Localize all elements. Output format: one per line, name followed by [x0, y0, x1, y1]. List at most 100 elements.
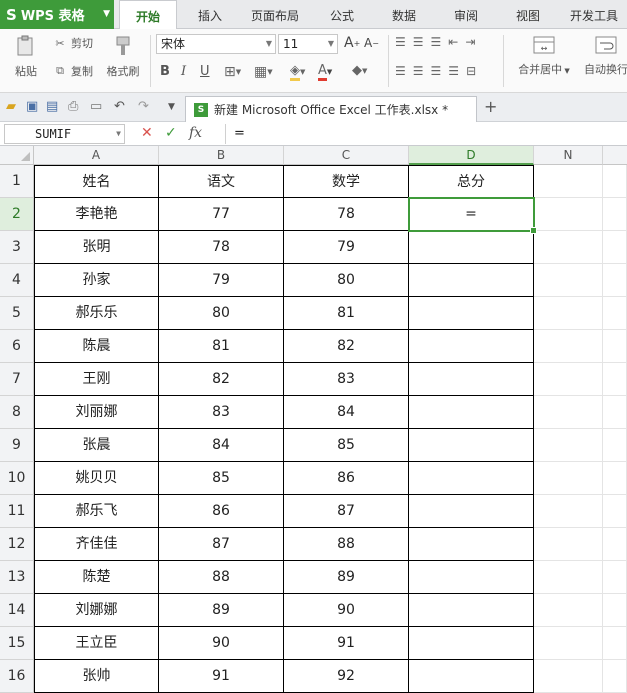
table-cell-math[interactable]: 79	[284, 231, 409, 264]
table-cell-math[interactable]: 81	[284, 297, 409, 330]
table-cell-chinese[interactable]: 77	[159, 198, 284, 231]
empty-cell[interactable]	[603, 561, 627, 594]
row-header[interactable]: 7	[0, 363, 34, 396]
table-cell-math[interactable]: 82	[284, 330, 409, 363]
table-cell-total[interactable]	[409, 330, 534, 363]
empty-cell[interactable]	[534, 330, 603, 363]
table-cell-total[interactable]	[409, 396, 534, 429]
empty-cell[interactable]	[534, 462, 603, 495]
table-cell-total[interactable]	[409, 363, 534, 396]
empty-cell[interactable]	[603, 363, 627, 396]
empty-cell[interactable]	[603, 528, 627, 561]
empty-cell[interactable]	[534, 429, 603, 462]
row-header[interactable]: 4	[0, 264, 34, 297]
table-cell-chinese[interactable]: 90	[159, 627, 284, 660]
table-cell-total[interactable]	[409, 561, 534, 594]
table-cell-total[interactable]	[409, 495, 534, 528]
header-cell[interactable]: 总分	[409, 165, 534, 198]
row-header[interactable]: 1	[0, 165, 34, 198]
table-cell-math[interactable]: 80	[284, 264, 409, 297]
table-cell-chinese[interactable]: 78	[159, 231, 284, 264]
row-header[interactable]: 15	[0, 627, 34, 660]
table-cell-math[interactable]: 86	[284, 462, 409, 495]
table-cell-total[interactable]	[409, 429, 534, 462]
empty-cell[interactable]	[534, 495, 603, 528]
table-cell-chinese[interactable]: 81	[159, 330, 284, 363]
table-cell-chinese[interactable]: 85	[159, 462, 284, 495]
table-cell-name[interactable]: 郝乐乐	[34, 297, 159, 330]
table-cell-total[interactable]	[409, 297, 534, 330]
table-cell-name[interactable]: 李艳艳	[34, 198, 159, 231]
header-cell[interactable]: 姓名	[34, 165, 159, 198]
table-cell-math[interactable]: 87	[284, 495, 409, 528]
empty-cell[interactable]	[603, 462, 627, 495]
table-cell-total[interactable]	[409, 594, 534, 627]
row-header[interactable]: 14	[0, 594, 34, 627]
table-cell-math[interactable]: 89	[284, 561, 409, 594]
empty-cell[interactable]	[534, 594, 603, 627]
empty-cell[interactable]	[603, 231, 627, 264]
table-cell-chinese[interactable]: 79	[159, 264, 284, 297]
table-cell-total[interactable]	[409, 627, 534, 660]
table-cell-name[interactable]: 张帅	[34, 660, 159, 693]
empty-cell[interactable]	[603, 594, 627, 627]
header-cell[interactable]: 数学	[284, 165, 409, 198]
table-cell-name[interactable]: 齐佳佳	[34, 528, 159, 561]
table-cell-total[interactable]: =	[409, 198, 534, 231]
table-cell-chinese[interactable]: 83	[159, 396, 284, 429]
table-cell-name[interactable]: 刘丽娜	[34, 396, 159, 429]
table-cell-chinese[interactable]: 86	[159, 495, 284, 528]
row-header[interactable]: 9	[0, 429, 34, 462]
table-cell-math[interactable]: 88	[284, 528, 409, 561]
table-cell-chinese[interactable]: 80	[159, 297, 284, 330]
table-cell-name[interactable]: 刘娜娜	[34, 594, 159, 627]
empty-cell[interactable]	[534, 561, 603, 594]
row-header[interactable]: 2	[0, 198, 34, 231]
table-cell-name[interactable]: 陈晨	[34, 330, 159, 363]
empty-cell[interactable]	[534, 627, 603, 660]
empty-cell[interactable]	[534, 297, 603, 330]
empty-cell[interactable]	[534, 264, 603, 297]
row-header[interactable]: 12	[0, 528, 34, 561]
table-cell-name[interactable]: 孙家	[34, 264, 159, 297]
row-header[interactable]: 3	[0, 231, 34, 264]
table-cell-chinese[interactable]: 89	[159, 594, 284, 627]
table-cell-name[interactable]: 陈楚	[34, 561, 159, 594]
table-cell-name[interactable]: 姚贝贝	[34, 462, 159, 495]
empty-cell[interactable]	[534, 363, 603, 396]
table-cell-chinese[interactable]: 87	[159, 528, 284, 561]
table-cell-chinese[interactable]: 88	[159, 561, 284, 594]
row-header[interactable]: 5	[0, 297, 34, 330]
empty-cell[interactable]	[603, 264, 627, 297]
empty-cell[interactable]	[603, 660, 627, 693]
empty-cell[interactable]	[534, 396, 603, 429]
table-cell-name[interactable]: 张明	[34, 231, 159, 264]
row-header[interactable]: 13	[0, 561, 34, 594]
empty-cell[interactable]	[603, 198, 627, 231]
empty-cell[interactable]	[603, 429, 627, 462]
empty-cell[interactable]	[534, 165, 603, 198]
empty-cell[interactable]	[603, 396, 627, 429]
table-cell-math[interactable]: 92	[284, 660, 409, 693]
table-cell-name[interactable]: 王立臣	[34, 627, 159, 660]
table-cell-math[interactable]: 91	[284, 627, 409, 660]
table-cell-chinese[interactable]: 82	[159, 363, 284, 396]
table-cell-total[interactable]	[409, 231, 534, 264]
table-cell-total[interactable]	[409, 660, 534, 693]
row-header[interactable]: 11	[0, 495, 34, 528]
table-cell-chinese[interactable]: 91	[159, 660, 284, 693]
empty-cell[interactable]	[603, 495, 627, 528]
row-header[interactable]: 16	[0, 660, 34, 693]
table-cell-name[interactable]: 郝乐飞	[34, 495, 159, 528]
table-cell-chinese[interactable]: 84	[159, 429, 284, 462]
empty-cell[interactable]	[603, 297, 627, 330]
table-cell-math[interactable]: 85	[284, 429, 409, 462]
table-cell-total[interactable]	[409, 462, 534, 495]
table-cell-name[interactable]: 王刚	[34, 363, 159, 396]
row-header[interactable]: 6	[0, 330, 34, 363]
empty-cell[interactable]	[603, 165, 627, 198]
empty-cell[interactable]	[534, 198, 603, 231]
empty-cell[interactable]	[534, 231, 603, 264]
row-header[interactable]: 8	[0, 396, 34, 429]
table-cell-math[interactable]: 78	[284, 198, 409, 231]
